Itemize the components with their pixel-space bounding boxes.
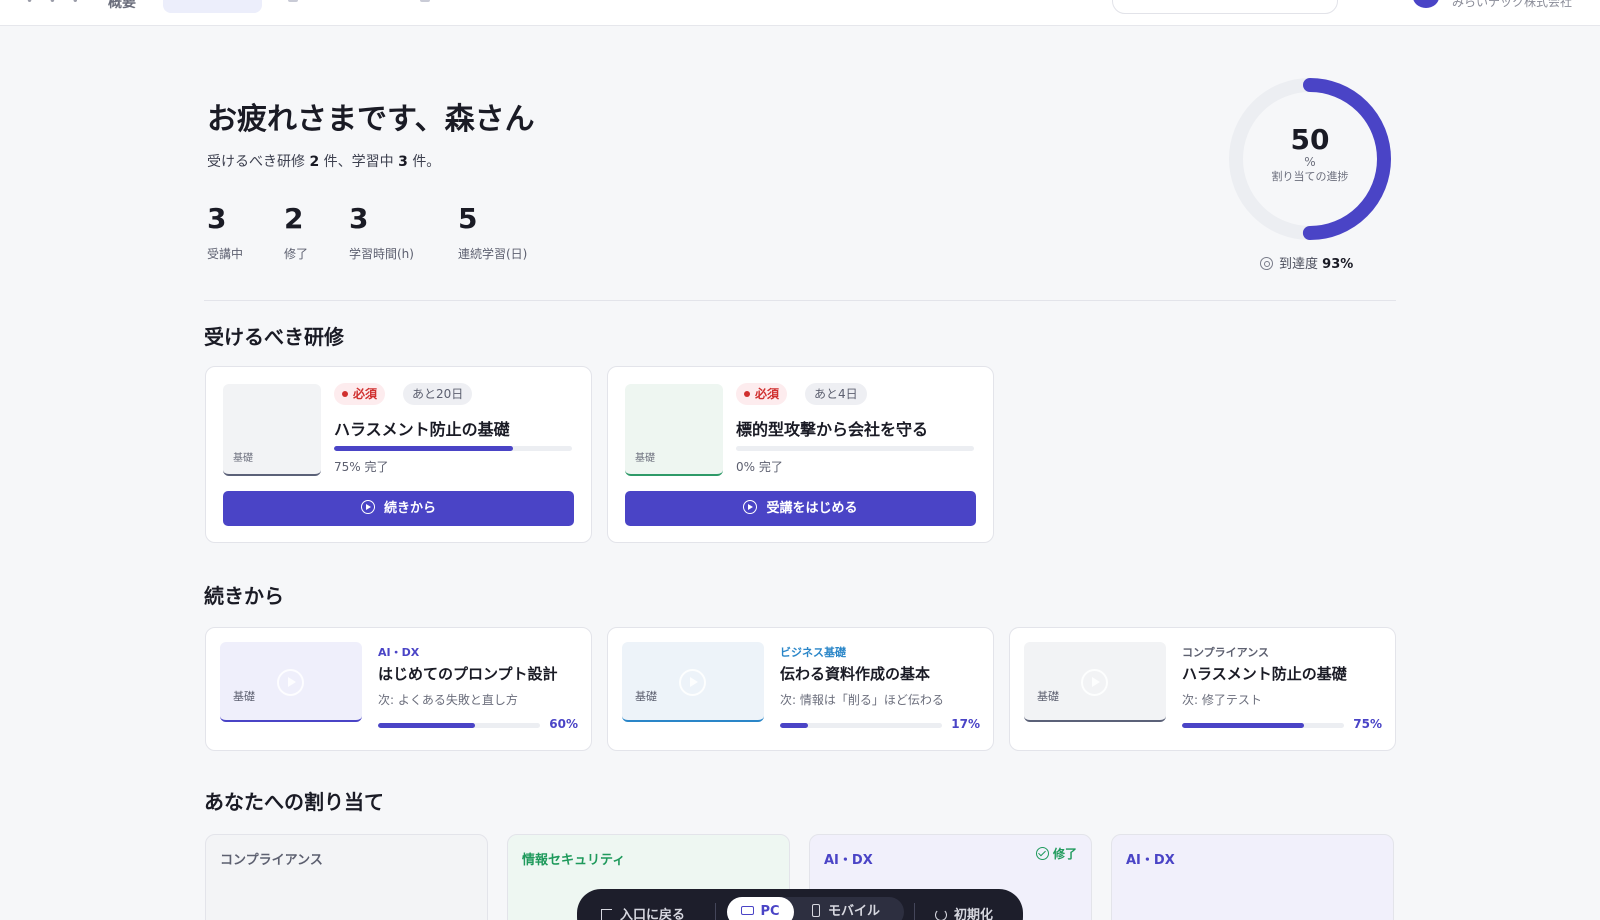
course-thumbnail: 基礎: [220, 642, 362, 722]
next-lesson: 次: 修了テスト: [1182, 693, 1262, 707]
course-thumbnail: 基礎: [1024, 642, 1166, 722]
course-category: AI・DX: [1126, 853, 1175, 868]
course-thumbnail: 基礎: [223, 384, 321, 476]
device-mobile-button[interactable]: モバイル: [812, 897, 880, 920]
reset-button[interactable]: 初期化: [935, 902, 993, 920]
course-title: 伝わる資料作成の基本: [780, 665, 931, 683]
completed-badge: 修了: [1035, 845, 1077, 862]
course-category: 情報セキュリティ: [522, 853, 626, 868]
mobile-icon: [812, 904, 820, 917]
play-icon: [743, 500, 758, 514]
progress-percent: 60%: [549, 717, 578, 731]
next-lesson: 次: よくある失敗と直し方: [378, 693, 518, 707]
course-title: ハラスメント防止の基礎: [334, 420, 510, 439]
progress-caption: 割り当ての進捗: [1271, 170, 1349, 183]
required-course-card[interactable]: 基礎 必須 あと20日 ハラスメント防止の基礎 75% 完了 続きから: [205, 366, 592, 543]
nav-item-overview[interactable]: 概要: [108, 0, 136, 12]
course-category: コンプライアンス: [1182, 646, 1270, 659]
course-category: AI・DX: [824, 853, 873, 868]
nav-item-active[interactable]: [163, 0, 262, 13]
required-badge: 必須: [736, 383, 788, 405]
course-category: コンプライアンス: [220, 853, 323, 868]
nav-logo-icon[interactable]: • • •: [26, 0, 85, 8]
course-title: 標的型攻撃から会社を守る: [736, 420, 929, 439]
exit-icon: [601, 909, 612, 920]
progress-bar: [780, 723, 942, 728]
required-course-card[interactable]: 基礎 必須 あと4日 標的型攻撃から会社を守る 0% 完了 受講をはじめる: [607, 366, 994, 543]
continue-button[interactable]: 続きから: [223, 491, 574, 526]
device-pc-button[interactable]: PC: [727, 897, 794, 920]
course-title: ハラスメント防止の基礎: [1182, 665, 1347, 683]
progress-ring-label: 50 % 割り当ての進捗: [1226, 75, 1394, 243]
section-title-continue: 続きから: [204, 584, 284, 608]
progress-text: 75% 完了: [334, 460, 389, 474]
continue-course-card[interactable]: 基礎 ビジネス基礎 伝わる資料作成の基本 次: 情報は「削る」ほど伝わる 17%: [607, 627, 994, 751]
play-icon: [360, 500, 375, 514]
progress-fill: [780, 723, 808, 728]
stat-in-progress: 3 受講中: [207, 202, 244, 261]
stat-streak: 5 連続学習(日): [458, 202, 528, 261]
progress-fill: [334, 446, 513, 451]
assigned-course-card[interactable]: コンプライアンス: [205, 834, 488, 920]
progress-text: 0% 完了: [736, 460, 783, 474]
course-title: はじめてのプロンプト設計: [378, 665, 558, 683]
due-badge: あと20日: [403, 383, 473, 405]
section-title-required: 受けるべき研修: [204, 325, 344, 349]
progress-bar: [334, 446, 572, 451]
nav-item-icon[interactable]: [420, 0, 430, 2]
exit-button[interactable]: 入口に戻る: [601, 902, 685, 920]
toolbar-divider: [914, 903, 915, 920]
progress-percent: 17%: [951, 717, 980, 731]
hero-summary: 受けるべき研修 2 件、学習中 3 件。: [207, 154, 441, 170]
progress-value: 50: [1290, 123, 1330, 156]
progress-unit: %: [1304, 155, 1316, 169]
progress-bar: [1182, 723, 1344, 728]
progress-fill: [378, 723, 476, 728]
page-title: お疲れさまです、森さん: [207, 102, 535, 137]
progress-percent: 75%: [1353, 717, 1382, 731]
nav-item-icon[interactable]: [288, 0, 298, 2]
course-thumbnail: 基礎: [622, 642, 764, 722]
target-icon: [1260, 257, 1273, 270]
play-icon: [277, 669, 304, 696]
reset-icon: [935, 909, 947, 920]
divider: [204, 300, 1396, 301]
next-lesson: 次: 情報は「削る」ほど伝わる: [780, 693, 944, 707]
start-button[interactable]: 受講をはじめる: [625, 491, 976, 526]
progress-bar: [378, 723, 540, 728]
toolbar-divider: [715, 903, 716, 920]
stat-completed: 2 修了: [284, 202, 309, 261]
company-name: みらいテック株式会社: [1452, 0, 1573, 9]
progress-fill: [1182, 723, 1304, 728]
reach-rate: 到達度 93%: [1260, 253, 1353, 272]
top-bar: • • • 概要 みらいテック株式会社: [0, 0, 1600, 26]
course-thumbnail: 基礎: [625, 384, 723, 476]
search-input[interactable]: [1112, 0, 1338, 14]
progress-bar: [736, 446, 974, 451]
avatar[interactable]: [1413, 0, 1439, 8]
required-badge: 必須: [334, 383, 386, 405]
course-category: AI・DX: [378, 646, 420, 659]
course-category: ビジネス基礎: [780, 646, 846, 659]
continue-course-card[interactable]: 基礎 コンプライアンス ハラスメント防止の基礎 次: 修了テスト 75%: [1009, 627, 1396, 751]
monitor-icon: [741, 906, 755, 915]
check-circle-icon: [1035, 847, 1049, 860]
assigned-course-card[interactable]: AI・DX: [1111, 834, 1394, 920]
due-badge: あと4日: [805, 383, 867, 405]
section-title-assigned: あなたへの割り当て: [204, 790, 384, 814]
continue-course-card[interactable]: 基礎 AI・DX はじめてのプロンプト設計 次: よくある失敗と直し方 60%: [205, 627, 592, 751]
stat-hours: 3 学習時間(h): [349, 202, 414, 261]
play-icon: [679, 669, 706, 696]
play-icon: [1081, 669, 1108, 696]
